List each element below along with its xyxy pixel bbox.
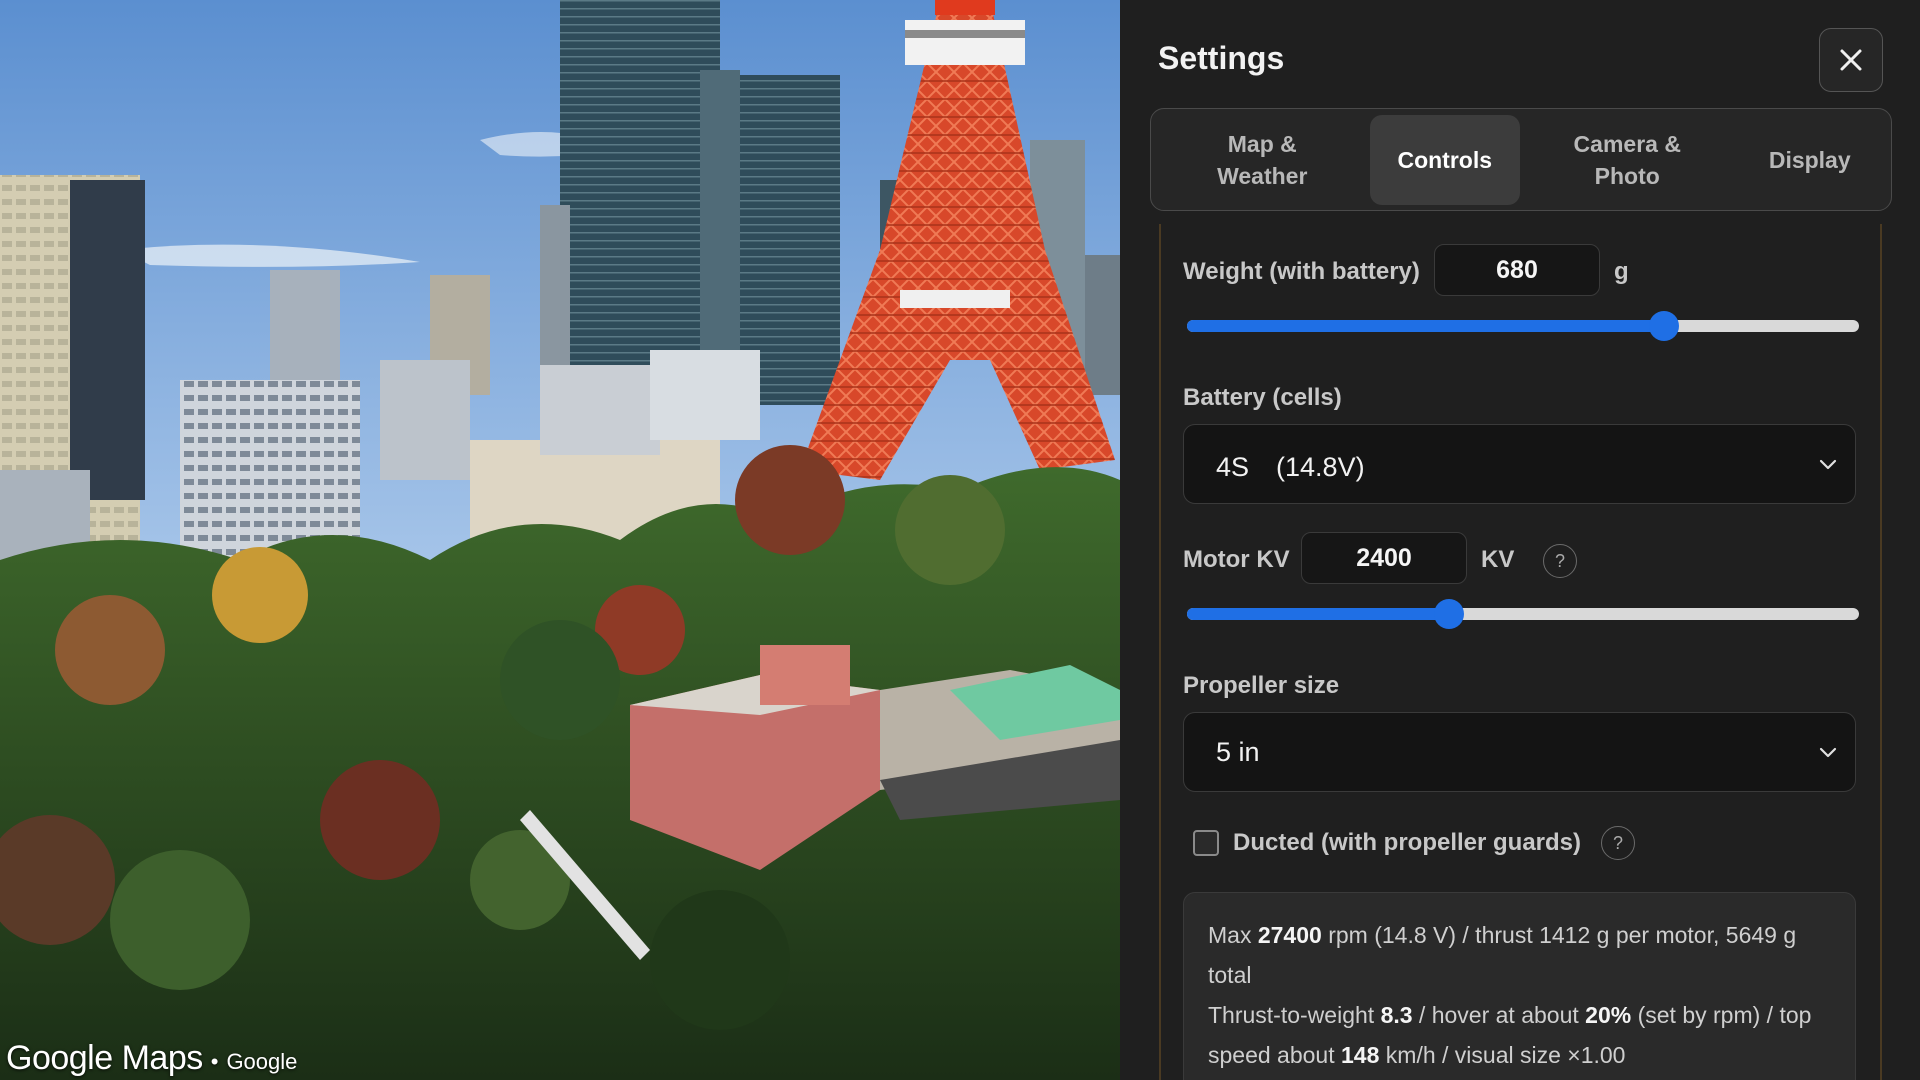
google-maps-logo: Google Maps <box>6 1039 203 1077</box>
slider-fill <box>1187 608 1449 620</box>
chevron-down-icon <box>1819 747 1837 758</box>
map-scene <box>0 0 1120 1080</box>
panel-title: Settings <box>1158 40 1285 76</box>
thrust-to-weight-value: 8.3 <box>1380 1002 1413 1028</box>
map-attribution: Google Maps • Google <box>6 1039 297 1078</box>
summary-line-2: Thrust-to-weight 8.3 / hover at about 20… <box>1208 995 1831 1075</box>
motor-kv-slider[interactable] <box>1187 599 1859 629</box>
battery-selected-value: 4S (14.8V) <box>1216 451 1365 482</box>
slider-thumb[interactable] <box>1434 599 1464 629</box>
summary-text: / hover at about <box>1412 1002 1586 1028</box>
summary-text: Max <box>1208 922 1258 948</box>
tab-display[interactable]: Display <box>1735 115 1886 205</box>
chevron-down-icon <box>1819 459 1837 470</box>
weight-input[interactable] <box>1434 244 1600 296</box>
top-speed-value: 148 <box>1341 1042 1380 1068</box>
ducted-checkbox[interactable] <box>1193 830 1219 856</box>
close-icon <box>1840 49 1862 71</box>
ducted-label[interactable]: Ducted (with propeller guards) <box>1233 829 1581 857</box>
map-3d-view[interactable]: Google Maps • Google <box>0 0 1120 1080</box>
tab-camera-photo[interactable]: Camera & Photo <box>1522 115 1733 205</box>
hover-value: 20% <box>1585 1002 1632 1028</box>
ducted-row: Ducted (with propeller guards) ? <box>1193 826 1636 860</box>
summary-text: km/h / visual size ×1.00 <box>1379 1042 1626 1068</box>
ducted-help-icon[interactable]: ? <box>1601 826 1636 860</box>
slider-thumb[interactable] <box>1649 311 1679 341</box>
tab-controls[interactable]: Controls <box>1369 114 1520 205</box>
performance-summary: Max 27400 rpm (14.8 V) / thrust 1412 g p… <box>1183 892 1856 1080</box>
motor-kv-unit: KV <box>1481 546 1515 573</box>
motor-kv-input[interactable] <box>1301 532 1467 584</box>
motor-kv-help-icon[interactable]: ? <box>1543 544 1577 578</box>
slider-fill <box>1187 320 1664 332</box>
battery-select[interactable]: 4S (14.8V) <box>1183 424 1856 504</box>
propeller-label: Propeller size <box>1183 672 1340 699</box>
motor-kv-label: Motor KV <box>1183 546 1290 573</box>
weight-unit: g <box>1614 258 1629 285</box>
settings-tabs: Map & Weather Controls Camera & Photo Di… <box>1150 108 1892 211</box>
settings-panel: Settings Map & Weather Controls Camera &… <box>1120 0 1920 1080</box>
max-rpm-value: 27400 <box>1257 922 1322 948</box>
weight-label: Weight (with battery) <box>1183 258 1420 285</box>
propeller-select[interactable]: 5 in <box>1183 712 1856 792</box>
weight-slider[interactable] <box>1187 311 1859 341</box>
tab-map-weather[interactable]: Map & Weather <box>1157 115 1368 205</box>
summary-line-1: Max 27400 rpm (14.8 V) / thrust 1412 g p… <box>1208 915 1831 995</box>
battery-label: Battery (cells) <box>1183 384 1342 411</box>
propeller-selected-value: 5 in <box>1216 736 1260 767</box>
close-button[interactable] <box>1819 28 1883 92</box>
summary-text: Thrust-to-weight <box>1208 1002 1381 1028</box>
controls-content: Weight (with battery) g Battery (cells) … <box>1159 224 1882 1080</box>
attribution-text: Google <box>226 1049 298 1074</box>
attribution-separator: • <box>210 1049 219 1074</box>
